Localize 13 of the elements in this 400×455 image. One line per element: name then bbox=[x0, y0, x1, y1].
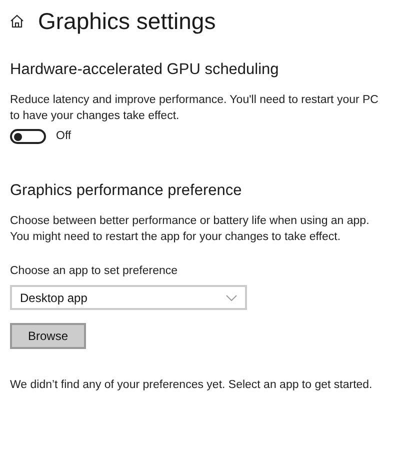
section-heading: Hardware-accelerated GPU scheduling bbox=[10, 60, 280, 80]
toggle-switch[interactable] bbox=[10, 129, 46, 144]
empty-message: We didn’t find any of your preferences yet. Select an app to get started. bbox=[10, 378, 374, 394]
app-type-dropdown[interactable]: Desktop app bbox=[10, 285, 247, 310]
description-text: Choose between better performance or battery life when using an app. You might need to restart the app for your changes to take effect. bbox=[10, 214, 370, 246]
page-title: Graphics settings bbox=[38, 7, 216, 36]
home-icon[interactable] bbox=[10, 14, 24, 28]
dropdown-label: Choose an app to set preference bbox=[10, 264, 179, 280]
toggle-label: Off bbox=[56, 129, 72, 144]
section-heading: Graphics performance preference bbox=[10, 181, 243, 202]
browse-button[interactable]: Browse bbox=[10, 323, 86, 350]
description-text: Reduce latency and improve performance. You'll need to restart your PC to have your changes take effect. bbox=[10, 93, 380, 124]
chevron-down-icon bbox=[226, 294, 237, 301]
